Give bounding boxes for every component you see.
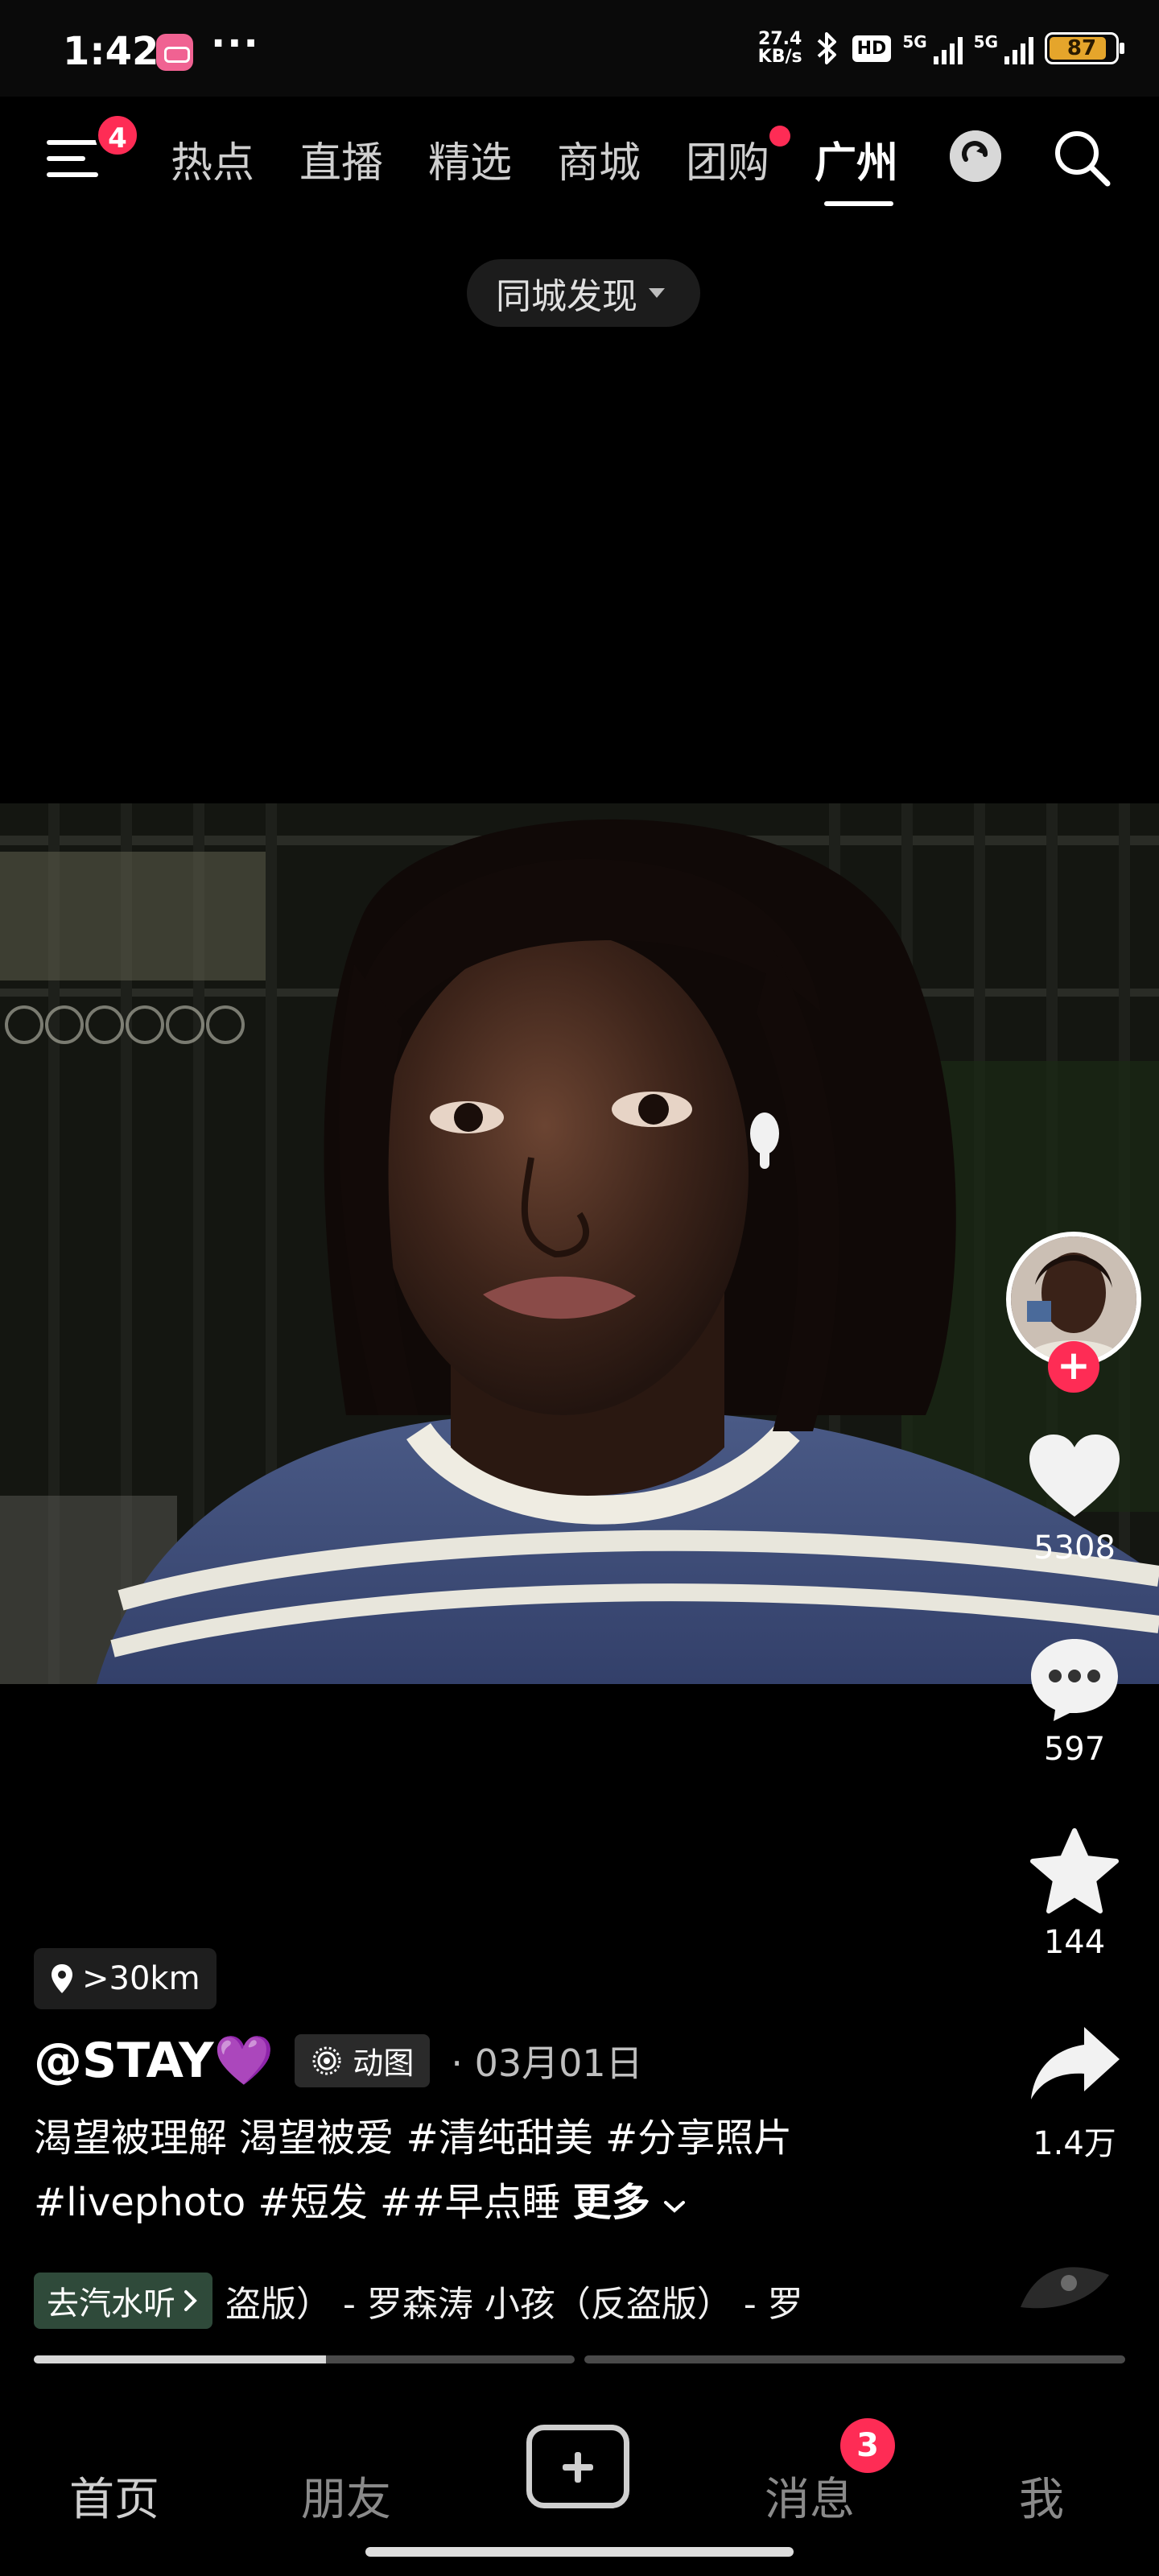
heart-icon — [1029, 1435, 1120, 1517]
battery-percent: 87 — [1066, 36, 1097, 60]
tab-featured[interactable]: 精选 — [428, 129, 557, 189]
refresh-icon[interactable] — [950, 130, 1001, 182]
battery-icon: 87 — [1045, 32, 1124, 64]
messages-badge: 3 — [840, 2418, 895, 2473]
status-time: 1:42 — [63, 29, 159, 74]
network-speed-value: 27.4 — [758, 29, 802, 49]
portrait-image — [0, 803, 1159, 1684]
like-count: 5308 — [1033, 1530, 1116, 1567]
tab-messages[interactable]: 消息 — [765, 2463, 855, 2529]
star-icon — [1030, 1828, 1119, 1913]
share-action[interactable]: 1.4万 — [998, 2021, 1151, 2164]
follow-button[interactable]: + — [1048, 1341, 1099, 1393]
location-distance: >30km — [82, 1960, 200, 1997]
chevron-right-icon — [184, 2290, 197, 2311]
motion-photo-label: 动图 — [353, 2046, 415, 2081]
hd-voice-badge: HD — [852, 35, 892, 62]
status-bar: 1:42 ··· 27.4 KB/s HD 5G 5G 87 — [0, 0, 1159, 97]
bilibili-app-icon — [156, 34, 193, 71]
like-action[interactable]: 5308 — [998, 1433, 1151, 1567]
live-photo-icon — [312, 2046, 341, 2074]
tab-live[interactable]: 直播 — [299, 129, 428, 189]
photo-progress-1-fill — [34, 2355, 326, 2363]
music-disc-icon[interactable] — [1013, 2251, 1117, 2315]
status-indicators: 27.4 KB/s HD 5G 5G 87 — [758, 29, 1124, 68]
caption-line-2: #livephoto #短发 ##早点睡 更多 — [34, 2170, 959, 2235]
share-icon — [1031, 2027, 1120, 2099]
network-speed-unit: KB/s — [757, 47, 802, 67]
comment-count: 597 — [1043, 1731, 1106, 1768]
city-discovery-dropdown[interactable]: 同城发现 — [467, 259, 700, 327]
more-link[interactable]: 更多 — [573, 2180, 650, 2225]
tab-mall[interactable]: 商城 — [557, 129, 686, 189]
caption-line-2-text: #livephoto #短发 ##早点睡 — [34, 2180, 573, 2225]
network-speed: 27.4 KB/s — [758, 31, 802, 66]
favorite-action[interactable]: 144 — [998, 1827, 1151, 1961]
music-row[interactable]: 去汽水听 盗版） - 罗森涛 小孩（反盗版） - 罗 — [34, 2270, 959, 2331]
tab-me[interactable]: 我 — [1019, 2463, 1064, 2529]
music-title-marquee: 盗版） - 罗森涛 小孩（反盗版） - 罗 — [225, 2284, 803, 2325]
new-dot-badge — [769, 126, 790, 147]
post-photo[interactable] — [0, 803, 1159, 1684]
photo-progress-2 — [584, 2355, 1125, 2363]
comment-action[interactable]: 597 — [998, 1634, 1151, 1768]
tab-local-city[interactable]: 广州 — [815, 129, 943, 206]
sim2-network-label: 5G — [973, 32, 998, 52]
sim1-network-label: 5G — [902, 32, 927, 52]
post-caption[interactable]: 渴望被理解 渴望被爱 #清纯甜美 #分享照片 #livephoto #短发 ##… — [34, 2106, 959, 2235]
location-pin-icon — [52, 1964, 72, 1993]
menu-icon[interactable] — [47, 137, 103, 182]
post-date: · 03月01日 — [451, 2041, 643, 2085]
bluetooth-icon — [817, 32, 836, 64]
search-icon[interactable] — [1051, 127, 1112, 188]
motion-photo-tag[interactable]: 动图 — [295, 2033, 431, 2087]
comment-icon — [1031, 1639, 1118, 1721]
signal-sim2-icon: 5G — [974, 32, 1033, 64]
home-indicator[interactable] — [365, 2547, 794, 2557]
caption-line-1: 渴望被理解 渴望被爱 #清纯甜美 #分享照片 — [34, 2116, 793, 2161]
more-notifications-icon: ··· — [211, 21, 260, 66]
tab-group-buy-label: 团购 — [686, 139, 770, 188]
city-discovery-label: 同城发现 — [496, 276, 637, 317]
author-name[interactable]: @STAY💜 — [34, 2032, 274, 2089]
author-row: @STAY💜 动图 · 03月01日 — [34, 2032, 643, 2089]
chevron-down-icon — [664, 2201, 685, 2213]
tab-trending[interactable]: 热点 — [171, 129, 299, 189]
feed-tabs: 热点 直播 精选 商城 团购 广州 — [171, 126, 943, 206]
listen-on-qishui-button[interactable]: 去汽水听 — [34, 2273, 212, 2329]
create-post-button[interactable] — [526, 2425, 629, 2508]
tab-home[interactable]: 首页 — [69, 2463, 159, 2529]
tab-group-buy[interactable]: 团购 — [686, 126, 815, 189]
menu-badge: 4 — [95, 113, 140, 158]
signal-sim1-icon: 5G — [902, 32, 963, 64]
share-count: 1.4万 — [1033, 2125, 1116, 2162]
top-navigation: 4 热点 直播 精选 商城 团购 广州 — [0, 113, 1159, 209]
favorite-count: 144 — [1043, 1924, 1106, 1961]
photo-progress-1 — [34, 2355, 575, 2363]
listen-on-qishui-label: 去汽水听 — [47, 2285, 175, 2322]
tab-friends[interactable]: 朋友 — [301, 2463, 391, 2529]
caret-down-icon — [649, 288, 665, 298]
location-tag[interactable]: >30km — [34, 1948, 217, 2009]
